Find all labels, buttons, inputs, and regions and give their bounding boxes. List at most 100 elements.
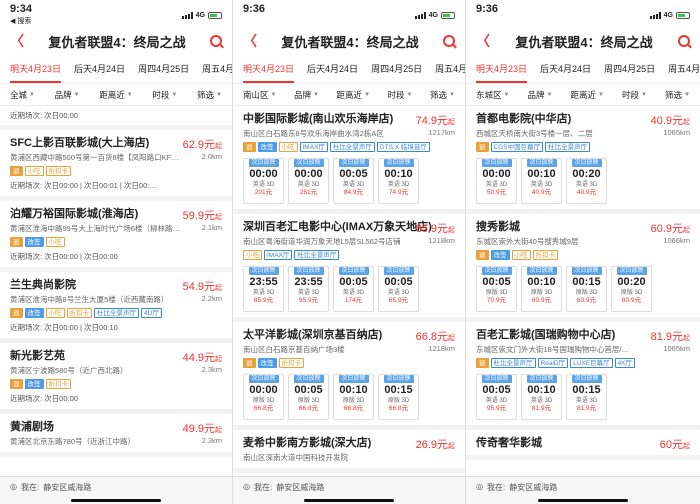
filter-3[interactable]: 时段 ▼ <box>388 89 413 101</box>
tab-date[interactable]: 周五4月2 <box>202 62 232 75</box>
showtime-price: 70.9元 <box>486 297 507 304</box>
filter-1[interactable]: 品牌 ▼ <box>528 89 553 101</box>
showtime-card[interactable]: 次日放映 00:15 原版 3D 66.8元 <box>378 374 419 420</box>
cinema-distance: 2.0km <box>201 152 222 161</box>
filter-2[interactable]: 距离近 ▼ <box>337 89 370 101</box>
showtime-version: 英语 3D <box>575 398 598 404</box>
cinema-item[interactable]: 中影国际影城(南山欢乐海岸店) 74.9元起 南山区白石路东8号欢乐海岸曲水湾2栋A… <box>233 106 465 214</box>
showtime-card[interactable]: 次日放映 23:55 英语 3D 85.9元 <box>243 266 284 312</box>
back-icon[interactable]: 〈 <box>243 31 257 51</box>
tab-date[interactable]: 周四4月25日 <box>371 62 422 75</box>
tab-date[interactable]: 后天4月24日 <box>540 62 591 75</box>
showtime-card[interactable]: 次日放映 23:55 英语 3D 95.9元 <box>288 266 329 312</box>
back-icon[interactable]: 〈 <box>476 31 490 51</box>
showtime-card[interactable]: 次日放映 00:10 原版 3D 60.9元 <box>521 266 562 312</box>
filter-4[interactable]: 筛选 ▼ <box>665 89 690 101</box>
status-bar: 9:34 ◀ 搜索 4G <box>0 0 232 28</box>
recent-showtimes: 近期场次: 次日00:00 | 次日00:01 | 次日00:… <box>10 181 157 190</box>
showtime-time: 00:05 <box>339 168 368 180</box>
filter-2[interactable]: 距离近 ▼ <box>99 89 132 101</box>
location-bar[interactable]: ◎ 我在: 静安区威海路 <box>233 476 465 504</box>
home-indicator <box>538 499 628 502</box>
filter-4[interactable]: 筛选 ▼ <box>430 89 455 101</box>
filter-3[interactable]: 时段 ▼ <box>152 89 177 101</box>
showtime-card[interactable]: 次日放映 00:00 英语 3D 201元 <box>243 158 284 204</box>
filter-label: 品牌 <box>527 89 545 100</box>
showtime-card[interactable]: 次日放映 00:10 英语 3D 74.9元 <box>378 158 419 204</box>
filter-1[interactable]: 品牌 ▼ <box>294 89 319 101</box>
search-icon[interactable] <box>677 35 690 47</box>
cinema-price: 26.9元起 <box>416 436 455 452</box>
cinema-item[interactable]: 搜秀影城 60.9元起 东城区崇外大街40号搜秀城9层 1066km 退改签 小吃 折扣卡次… <box>466 214 700 322</box>
cinema-item[interactable]: 首都电影院(中华店) 40.9元起 西城区天桥南大街3号楼一层、二层 1065km 退 C… <box>466 106 700 214</box>
showtime-card[interactable]: 次日放映 00:00 原版 3D 66.8元 <box>243 374 284 420</box>
cinema-distance: 1217km <box>428 128 455 137</box>
cinema-item[interactable]: 新光影艺苑 44.9元起 黄浦区宁波路580号（近广西北路） 2.3km 退改签 折扣卡近… <box>0 343 232 414</box>
showtime-card[interactable]: 次日放映 00:05 英语 3D 174元 <box>333 266 374 312</box>
feature-tag: 改签 <box>24 308 44 318</box>
feature-tag: 杜比全景声厅 <box>329 142 375 152</box>
feature-tag: 小吃 <box>243 250 262 260</box>
showtime-card[interactable]: 次日放映 00:05 英语 3D 84.9元 <box>333 158 374 204</box>
filter-0[interactable]: 南山区 ▼ <box>243 89 276 101</box>
cinema-price: 44.9元起 <box>183 349 222 365</box>
cinema-item[interactable]: 麦希中影南方影城(深大店) 26.9元起 南山区深南大道中国科技开发院 <box>233 430 465 473</box>
showtime-card[interactable]: 次日放映 00:10 原版 3D 66.8元 <box>333 374 374 420</box>
price-suffix: 起 <box>683 119 690 126</box>
showtime-card[interactable]: 次日放映 00:10 英语 3D 40.9元 <box>521 158 562 204</box>
tab-date[interactable]: 明天4月23日 <box>476 62 528 83</box>
location-bar[interactable]: ◎ 我在: 静安区威海路 <box>466 476 700 504</box>
tab-date[interactable]: 周四4月25日 <box>138 62 189 75</box>
showtime-row: 次日放映 00:00 原版 3D 66.8元 次日放映 00:05 原版 3D 66.8元 次日… <box>243 374 455 420</box>
tab-date[interactable]: 后天4月24日 <box>74 62 125 75</box>
cinema-item[interactable]: 太平洋影城(深圳京基百纳店) 66.8元起 南山区白石路京基百纳广场3楼 1218km… <box>233 322 465 430</box>
cinema-address: 黄浦区北京东路780号（近浙江中路） <box>10 437 136 446</box>
showtime-card[interactable]: 次日放映 00:05 英语 3D 95.9元 <box>476 374 517 420</box>
filter-2[interactable]: 距离近 ▼ <box>571 89 604 101</box>
cinema-address: 南山区白石路东8号欢乐海岸曲水湾2栋A区 <box>243 129 384 138</box>
location-pin-icon: ◎ <box>10 482 17 491</box>
showtime-card[interactable]: 次日放映 00:15 原版 3D 60.9元 <box>566 266 607 312</box>
showtime-card[interactable]: 次日放映 00:00 英语 3D 261元 <box>288 158 329 204</box>
showtime-time: 00:10 <box>527 168 556 180</box>
cinema-item[interactable]: 兰生典尚影院 54.9元起 黄浦区淮海中路8号兰生大厦5楼（近西藏南路） 2.2km 退… <box>0 272 232 343</box>
cinema-item[interactable]: SFC上影百联影城(大上海店) 62.9元起 黄浦区西藏中路500号第一百货8楼【凤… <box>0 130 232 201</box>
filter-1[interactable]: 品牌 ▼ <box>55 89 80 101</box>
showtime-card[interactable]: 次日放映 00:05 原版 3D 70.9元 <box>476 266 517 312</box>
cinema-item[interactable]: 黄浦剧场 49.9元起 黄浦区北京东路780号（近浙江中路） 2.3km <box>0 414 232 457</box>
showtime-card[interactable]: 次日放映 00:00 英语 3D 50.9元 <box>476 158 517 204</box>
page-title: 复仇者联盟4：终局之战 <box>281 34 419 50</box>
price-suffix: 起 <box>683 335 690 342</box>
back-icon[interactable]: 〈 <box>10 31 24 51</box>
feature-tag: 小吃 <box>45 308 65 318</box>
filter-0[interactable]: 全城 ▼ <box>10 89 35 101</box>
cinema-item[interactable]: 传奇奢华影城 60元起 <box>466 430 700 460</box>
back-to-app-link[interactable]: ◀ 搜索 <box>10 16 32 26</box>
signal-icon <box>649 12 661 19</box>
location-value: 静安区威海路 <box>43 483 92 492</box>
search-icon[interactable] <box>442 35 455 47</box>
tab-date[interactable]: 周五4月2 <box>668 62 700 75</box>
showtime-card[interactable]: 次日放映 00:05 原版 3D 66.8元 <box>288 374 329 420</box>
tab-date[interactable]: 后天4月24日 <box>307 62 358 75</box>
cinema-item[interactable]: 百老汇影城(国瑞购物中心店) 81.9元起 东城区崇文门外大街18号国瑞购物中心首层… <box>466 322 700 430</box>
search-icon[interactable] <box>209 35 222 47</box>
filter-3[interactable]: 时段 ▼ <box>622 89 647 101</box>
filter-0[interactable]: 东城区 ▼ <box>476 89 509 101</box>
tab-date[interactable]: 明天4月23日 <box>243 62 295 83</box>
tab-date[interactable]: 周五4月2 <box>435 62 465 75</box>
tab-date[interactable]: 周四4月25日 <box>604 62 655 75</box>
showtime-card[interactable]: 次日放映 00:20 原版 3D 80.9元 <box>611 266 652 312</box>
cinema-item[interactable]: 泊耀万裕国际影城(淮海店) 59.9元起 黄浦区淮海中路99号大上海时代广场6楼（柳… <box>0 201 232 272</box>
showtime-price: 174元 <box>344 297 363 304</box>
filter-label: 距离近 <box>336 89 363 100</box>
filter-4[interactable]: 筛选 ▼ <box>197 89 222 101</box>
showtime-card[interactable]: 次日放映 00:15 英语 3D 81.9元 <box>566 374 607 420</box>
showtime-card[interactable]: 次日放映 00:10 英语 3D 81.9元 <box>521 374 562 420</box>
showtime-card[interactable]: 次日放映 00:05 英语 3D 65.9元 <box>378 266 419 312</box>
cinema-item[interactable]: 深圳百老汇电影中心(IMAX万象天地店) 65.9元起 南山区粤海街道华润万象天地L… <box>233 214 465 322</box>
showtime-card[interactable]: 次日放映 00:20 英语 3D 40.9元 <box>566 158 607 204</box>
price-value: 59.9元 <box>182 210 215 222</box>
tab-date[interactable]: 明天4月23日 <box>10 62 62 83</box>
location-bar[interactable]: ◎ 我在: 静安区威海路 <box>0 476 232 504</box>
